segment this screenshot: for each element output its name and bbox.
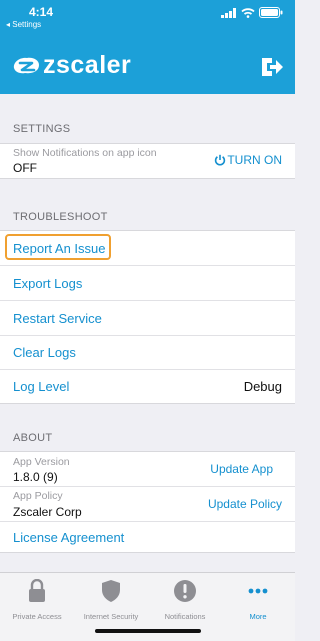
back-to-settings-link[interactable]: ◂ Settings (6, 20, 41, 29)
log-level-value: Debug (243, 379, 282, 394)
app-header: 4:14 ◂ Settings zscaler (0, 0, 295, 94)
export-logs-row[interactable]: Export Logs (0, 266, 295, 300)
logo-text: zscaler (43, 51, 132, 79)
logout-icon[interactable] (259, 54, 285, 80)
license-row[interactable]: License Agreement (0, 522, 295, 552)
restart-service-row[interactable]: Restart Service (0, 301, 295, 335)
signal-icon (221, 7, 236, 18)
update-policy-button[interactable]: Update Policy (208, 497, 282, 511)
tab-more[interactable]: More (221, 579, 295, 621)
export-logs-link[interactable]: Export Logs (13, 276, 82, 291)
home-indicator (95, 629, 201, 633)
clear-logs-row[interactable]: Clear Logs (0, 336, 295, 369)
tab-internet-security-label: Internet Security (83, 612, 139, 621)
report-issue-row[interactable]: Report An Issue (0, 231, 295, 265)
log-level-row[interactable]: Log Level Debug (0, 370, 295, 403)
tab-private-access-label: Private Access (12, 612, 62, 621)
turn-on-button[interactable]: TURN ON (214, 153, 282, 167)
turn-on-label: TURN ON (227, 153, 282, 167)
app-version-row: App Version 1.8.0 (9) Update App (0, 452, 295, 486)
battery-icon (259, 7, 283, 18)
notifications-row: Show Notifications on app icon OFF TURN … (0, 144, 295, 178)
troubleshoot-group: Report An Issue Export Logs Restart Serv… (0, 230, 295, 404)
more-icon (248, 588, 268, 594)
clear-logs-link[interactable]: Clear Logs (13, 345, 76, 360)
status-time: 4:14 (29, 5, 54, 19)
about-group: App Version 1.8.0 (9) Update App App Pol… (0, 451, 295, 553)
tab-notifications-label: Notifications (164, 612, 206, 621)
notifications-value: OFF (13, 161, 37, 175)
notifications-label: Show Notifications on app icon (13, 147, 157, 159)
about-section-title: ABOUT (13, 432, 53, 444)
restart-service-link[interactable]: Restart Service (13, 311, 102, 326)
log-level-label[interactable]: Log Level (13, 379, 69, 394)
power-icon (215, 154, 226, 166)
app-version-label: App Version (13, 456, 70, 468)
zscaler-cloud-icon (13, 57, 39, 73)
app-policy-value: Zscaler Corp (13, 505, 82, 519)
shield-icon (102, 580, 120, 602)
tab-private-access[interactable]: Private Access (0, 578, 74, 621)
app-policy-row: App Policy Zscaler Corp Update Policy (0, 487, 295, 521)
tab-internet-security[interactable]: Internet Security (74, 579, 148, 621)
lock-icon (29, 578, 45, 602)
tab-more-label: More (249, 612, 267, 621)
app-policy-label: App Policy (13, 490, 63, 502)
status-icons (221, 7, 283, 18)
wifi-icon (241, 7, 255, 18)
license-agreement-link[interactable]: License Agreement (13, 530, 124, 545)
troubleshoot-section-title: TROUBLESHOOT (13, 211, 108, 223)
update-app-button[interactable]: Update App (210, 462, 273, 476)
settings-group: Show Notifications on app icon OFF TURN … (0, 143, 295, 179)
settings-section-title: SETTINGS (13, 123, 71, 135)
tab-notifications[interactable]: Notifications (148, 579, 222, 621)
report-issue-link[interactable]: Report An Issue (13, 241, 106, 256)
alert-icon (174, 580, 196, 602)
app-version-value: 1.8.0 (9) (13, 470, 58, 484)
zscaler-logo: zscaler (11, 53, 131, 78)
